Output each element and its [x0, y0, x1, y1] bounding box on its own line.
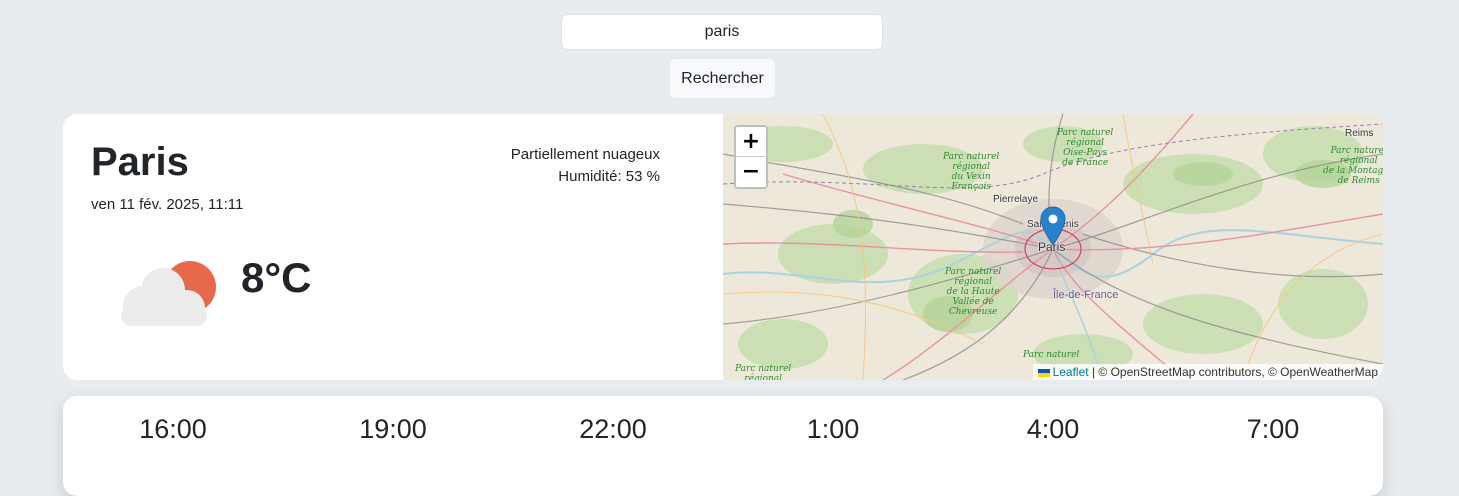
forecast-hour: 16:00	[139, 414, 207, 444]
temperature: 8°C	[241, 254, 312, 301]
current-weather-card: Paris ven 11 fév. 2025, 11:11 Partiellem…	[63, 114, 1383, 380]
map-city-reims: Reims	[1345, 128, 1374, 139]
forecast-hour: 1:00	[806, 414, 860, 444]
zoom-out-button[interactable]: −	[736, 157, 766, 187]
search-input[interactable]	[561, 14, 883, 50]
map-label-chevreuse: Parc naturel régional de la Haute Vallée de…	[945, 267, 1002, 317]
zoom-control: + −	[734, 125, 768, 189]
search-button[interactable]: Rechercher	[670, 59, 775, 98]
map-label-gatinais: Parc naturel	[1023, 350, 1080, 360]
forecast-hour: 7:00	[1246, 414, 1300, 444]
location-map[interactable]: Parc naturel régional du Vexin Français Par…	[723, 114, 1383, 380]
ukraine-flag-icon	[1037, 368, 1050, 377]
humidity-text: Humidité: 53 %	[558, 168, 660, 185]
forecast-hour: 19:00	[359, 414, 427, 444]
forecast-hour: 4:00	[1026, 414, 1080, 444]
forecast-row: 16:00 19:00 22:00 1:00 4:00 7:00	[63, 414, 1383, 445]
map-label-montagne-reims: Parc naturelrégionalde la Montagnede Rei…	[1323, 146, 1383, 186]
map-label-bottom-left: Parc naturel régional	[735, 364, 792, 380]
current-date: ven 11 fév. 2025, 11:11	[91, 196, 244, 213]
attribution-text: | © OpenStreetMap contributors, © OpenWe…	[1088, 365, 1378, 379]
partly-cloudy-icon	[121, 261, 216, 326]
leaflet-link[interactable]: Leaflet	[1053, 365, 1089, 379]
conditions-block: Partiellement nuageux Humidité: 53 %	[511, 144, 660, 188]
forecast-card: 16:00 19:00 22:00 1:00 4:00 7:00	[63, 396, 1383, 496]
map-label-oise: Parc naturel régional Oise-Pays de France	[1057, 128, 1114, 168]
map-label-vexin: Parc naturel régional du Vexin Français	[943, 152, 1000, 192]
map-city-pierrelaye: Pierrelaye	[993, 194, 1039, 205]
weather-description: Partiellement nuageux	[510, 146, 660, 163]
map-attribution: Leaflet | © OpenStreetMap contributors, …	[1032, 364, 1383, 380]
city-name: Paris	[91, 140, 189, 184]
map-region-idf: Île-de-France	[1053, 289, 1119, 301]
zoom-in-button[interactable]: +	[736, 127, 766, 157]
forecast-hour: 22:00	[579, 414, 647, 444]
location-marker-icon[interactable]	[1040, 206, 1066, 246]
